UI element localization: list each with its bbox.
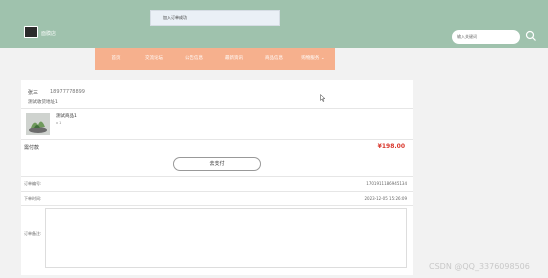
nav-products[interactable]: 商品信息 bbox=[255, 48, 293, 70]
divider bbox=[21, 108, 413, 109]
nav-notice[interactable]: 公告信息 bbox=[175, 48, 213, 70]
remark-textarea[interactable] bbox=[45, 208, 407, 268]
product-name[interactable]: 测试商品1 bbox=[56, 113, 77, 119]
receiver-name: 张三 bbox=[28, 90, 39, 96]
search-icon[interactable] bbox=[525, 30, 537, 42]
order-number-value: 1701911186945134 bbox=[366, 181, 407, 186]
remark-label: 订单备注: bbox=[24, 231, 42, 236]
divider bbox=[21, 139, 413, 140]
watermark: CSDN @QQ_3376098506 bbox=[429, 262, 530, 271]
total-label: 需付款 bbox=[24, 145, 40, 151]
nav-shopping-service[interactable]: 购物服务 ⌄ bbox=[293, 48, 333, 70]
product-quantity: x 1 bbox=[56, 121, 62, 125]
search-input[interactable]: 输入关键词 bbox=[452, 30, 520, 44]
flag-logo-icon[interactable] bbox=[24, 26, 38, 38]
pay-button[interactable]: 去支付 bbox=[173, 157, 261, 171]
total-amount: ¥198.00 bbox=[377, 143, 405, 150]
nav-news[interactable]: 最新资讯 bbox=[215, 48, 253, 70]
order-time-value: 2023-12-05 15:26:09 bbox=[364, 196, 407, 201]
order-number-label: 订单编号: bbox=[24, 181, 42, 186]
site-name[interactable]: 面膜店 bbox=[41, 30, 56, 37]
receiver-phone: 18977778899 bbox=[50, 89, 85, 95]
receiver-address: 测试收货地址1 bbox=[28, 100, 58, 105]
divider bbox=[21, 176, 413, 177]
divider bbox=[21, 205, 413, 206]
mouse-cursor-icon bbox=[320, 94, 326, 102]
divider bbox=[21, 191, 413, 192]
nav-home[interactable]: 首页 bbox=[99, 48, 133, 70]
main-nav: 首页 交流论坛 公告信息 最新资讯 商品信息 购物服务 ⌄ bbox=[95, 48, 335, 70]
success-toast: 加入订单成功 bbox=[150, 10, 280, 26]
product-image[interactable] bbox=[26, 113, 50, 135]
nav-forum[interactable]: 交流论坛 bbox=[135, 48, 173, 70]
order-time-label: 下单时间: bbox=[24, 196, 42, 201]
